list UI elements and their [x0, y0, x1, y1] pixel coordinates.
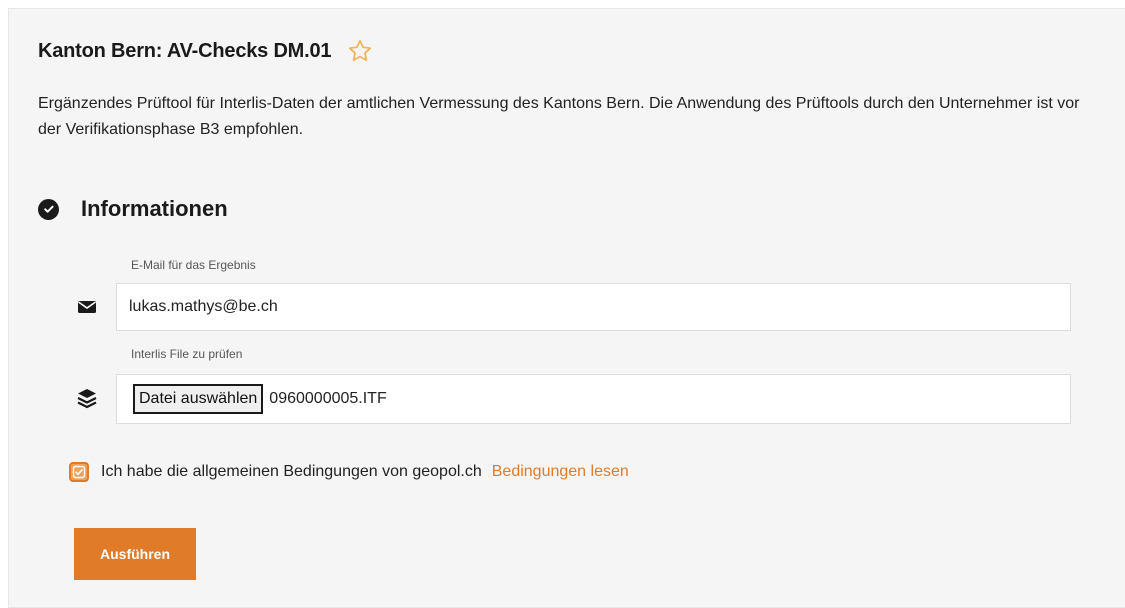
- terms-link[interactable]: Bedingungen lesen: [492, 463, 629, 481]
- email-label: E-Mail für das Ergebnis: [131, 258, 256, 272]
- layers-icon: [76, 387, 98, 409]
- terms-row: Ich habe die allgemeinen Bedingungen von…: [69, 462, 629, 482]
- page-title: Kanton Bern: AV-Checks DM.01: [38, 39, 332, 62]
- file-label: Interlis File zu prüfen: [131, 347, 243, 361]
- page-description: Ergänzendes Prüftool für Interlis-Daten …: [38, 95, 1080, 138]
- check-circle-icon: [38, 198, 59, 220]
- section-title: Informationen: [81, 196, 228, 221]
- choose-file-button[interactable]: Datei auswählen: [133, 384, 264, 414]
- email-field[interactable]: [116, 283, 1071, 331]
- section-header: Informationen: [38, 196, 228, 222]
- file-input: Datei auswählen 0960000005.ITF: [116, 374, 1071, 424]
- terms-text: Ich habe die allgemeinen Bedingungen von…: [101, 463, 482, 480]
- envelope-icon: [76, 296, 98, 318]
- title-row: Kanton Bern: AV-Checks DM.01: [38, 38, 373, 64]
- terms-checkbox[interactable]: [69, 462, 89, 482]
- run-button[interactable]: Ausführen: [74, 528, 196, 580]
- star-icon[interactable]: [347, 38, 373, 64]
- file-name: 0960000005.ITF: [269, 390, 387, 407]
- checkmark-icon: [72, 465, 86, 479]
